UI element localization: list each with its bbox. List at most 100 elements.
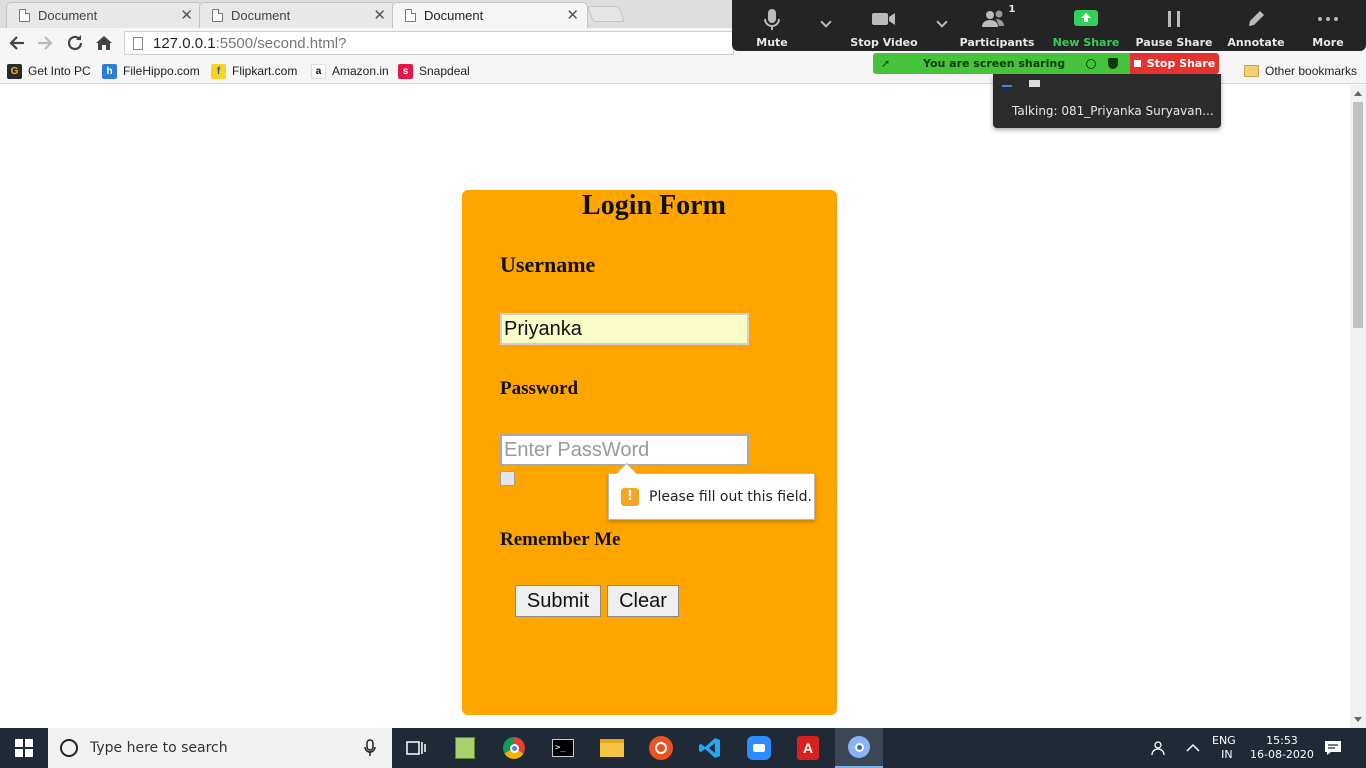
clock-date: 16-08-2020 <box>1250 748 1314 761</box>
sharing-status-text: You are screen sharing <box>923 57 1066 70</box>
participants-count: 1 <box>1008 4 1016 15</box>
close-tab-icon[interactable]: ✕ <box>180 8 193 23</box>
task-view-icon[interactable] <box>392 728 440 768</box>
close-tab-icon[interactable]: ✕ <box>566 8 579 23</box>
bookmark-label: FileHippo.com <box>123 64 200 78</box>
username-label: Username <box>500 252 596 277</box>
browser-tab-2[interactable]: Document ✕ <box>199 2 395 28</box>
address-bar[interactable]: 127.0.0.1:5500/second.html? <box>124 31 734 55</box>
reload-icon[interactable] <box>64 32 86 54</box>
terminal-icon[interactable]: >_ <box>539 728 587 768</box>
vertical-scrollbar[interactable] <box>1350 85 1366 728</box>
stop-share-button[interactable]: Stop Share <box>1130 53 1219 74</box>
microphone-icon[interactable] <box>364 739 376 757</box>
other-bookmarks[interactable]: Other bookmarks <box>1244 62 1357 80</box>
acrobat-icon[interactable]: A <box>784 728 832 768</box>
ubuntu-icon[interactable] <box>637 728 685 768</box>
browser-tab-1[interactable]: Document ✕ <box>6 2 202 28</box>
new-share-button[interactable]: New Share <box>1041 0 1131 51</box>
remember-me-checkbox[interactable] <box>500 471 515 486</box>
vscode-icon[interactable] <box>686 728 734 768</box>
audio-options-chevron-icon[interactable] <box>820 16 832 28</box>
sharing-status[interactable]: ➚ You are screen sharing <box>873 53 1130 74</box>
url-path: :5500/second.html? <box>215 34 347 52</box>
page-viewport: Login Form Username Password Remember Me… <box>0 85 1350 728</box>
bookmark-get-into-pc[interactable]: G Get Into PC <box>7 62 91 80</box>
clear-button[interactable]: Clear <box>607 585 679 617</box>
zoom-control-bar: Mute Stop Video 1 Participants New Share… <box>732 0 1366 51</box>
window-icon[interactable] <box>1029 80 1040 87</box>
talking-text: Talking: 081_Priyanka Suryavan... <box>1012 104 1214 118</box>
video-options-chevron-icon[interactable] <box>936 16 948 28</box>
file-explorer-icon[interactable] <box>588 728 636 768</box>
notification-center-icon[interactable] <box>1324 728 1342 768</box>
bookmark-label: Get Into PC <box>28 64 91 78</box>
people-icon[interactable] <box>1150 728 1168 768</box>
drag-grip-icon[interactable]: ➚ <box>881 57 890 70</box>
minimize-icon[interactable] <box>1002 85 1012 87</box>
pause-icon <box>1168 11 1180 27</box>
video-camera-icon <box>872 13 895 25</box>
remember-me-label: Remember Me <box>500 529 621 550</box>
url-host: 127.0.0.1 <box>153 34 216 52</box>
bookmark-label: Flipkart.com <box>232 64 298 78</box>
search-placeholder: Type here to search <box>90 740 228 756</box>
warning-icon: ! <box>621 487 639 506</box>
back-icon[interactable] <box>6 32 28 54</box>
browser-tab-3-active[interactable]: Document ✕ <box>392 2 588 28</box>
pause-share-label: Pause Share <box>1135 36 1213 49</box>
bookmark-label: Amazon.in <box>332 64 389 78</box>
flipkart-icon: f <box>211 63 226 79</box>
bookmark-snapdeal[interactable]: s Snapdeal <box>398 62 470 80</box>
chrome-icon[interactable] <box>490 728 538 768</box>
stop-video-button[interactable]: Stop Video <box>839 0 929 51</box>
bookmark-flipkart[interactable]: f Flipkart.com <box>211 62 297 80</box>
cortana-icon <box>60 739 78 757</box>
more-label: More <box>1312 36 1344 49</box>
participants-button[interactable]: 1 Participants <box>952 0 1042 51</box>
password-input[interactable] <box>500 434 749 466</box>
bookmark-filehippo[interactable]: h FileHippo.com <box>102 62 200 80</box>
forward-icon[interactable] <box>34 32 56 54</box>
mute-label: Mute <box>756 36 788 49</box>
shield-icon <box>1108 58 1118 69</box>
windows-taskbar: Type here to search >_ A ENG IN 15:53 16… <box>0 728 1366 768</box>
windows-logo-icon <box>15 739 33 757</box>
home-icon[interactable] <box>93 32 115 54</box>
bookmark-amazon[interactable]: a Amazon.in <box>311 62 389 80</box>
username-input[interactable] <box>500 313 749 345</box>
language-bottom: IN <box>1221 748 1233 761</box>
chrome-active-icon[interactable] <box>835 728 883 768</box>
submit-button[interactable]: Submit <box>515 585 601 617</box>
login-form: Login Form Username Password Remember Me… <box>462 190 837 715</box>
bookmark-label: Snapdeal <box>419 64 470 78</box>
scroll-down-arrow-icon[interactable] <box>1354 717 1362 722</box>
close-tab-icon[interactable]: ✕ <box>373 8 386 23</box>
scroll-up-arrow-icon[interactable] <box>1354 91 1362 96</box>
screen-sharing-bar: ➚ You are screen sharing Stop Share <box>873 53 1219 74</box>
snapdeal-icon: s <box>398 63 413 79</box>
password-label: Password <box>500 378 579 399</box>
mute-button[interactable]: Mute <box>727 0 817 51</box>
participants-label: Participants <box>959 36 1035 49</box>
page-info-icon[interactable] <box>133 36 143 50</box>
tab-title: Document <box>38 8 98 23</box>
new-tab-button[interactable] <box>587 6 625 22</box>
more-button[interactable]: More <box>1283 0 1366 51</box>
start-button[interactable] <box>0 728 48 768</box>
notepad-plus-icon[interactable] <box>441 728 489 768</box>
more-dots-icon <box>1318 17 1338 21</box>
filehippo-icon: h <box>102 63 117 79</box>
validation-message: Please fill out this field. <box>649 488 812 505</box>
language-indicator[interactable]: ENG IN <box>1212 728 1236 768</box>
scroll-thumb[interactable] <box>1353 102 1363 328</box>
getintopc-icon: G <box>7 63 22 79</box>
taskbar-search-box[interactable]: Type here to search <box>48 728 392 768</box>
microphone-icon <box>764 9 780 30</box>
zoom-app-icon[interactable] <box>735 728 783 768</box>
system-clock[interactable]: 15:53 16-08-2020 <box>1250 728 1314 768</box>
tray-chevron-up-icon[interactable] <box>1186 728 1200 768</box>
new-share-label: New Share <box>1052 36 1120 49</box>
pause-share-button[interactable]: Pause Share <box>1129 0 1219 51</box>
validation-tooltip: ! Please fill out this field. <box>608 473 815 520</box>
